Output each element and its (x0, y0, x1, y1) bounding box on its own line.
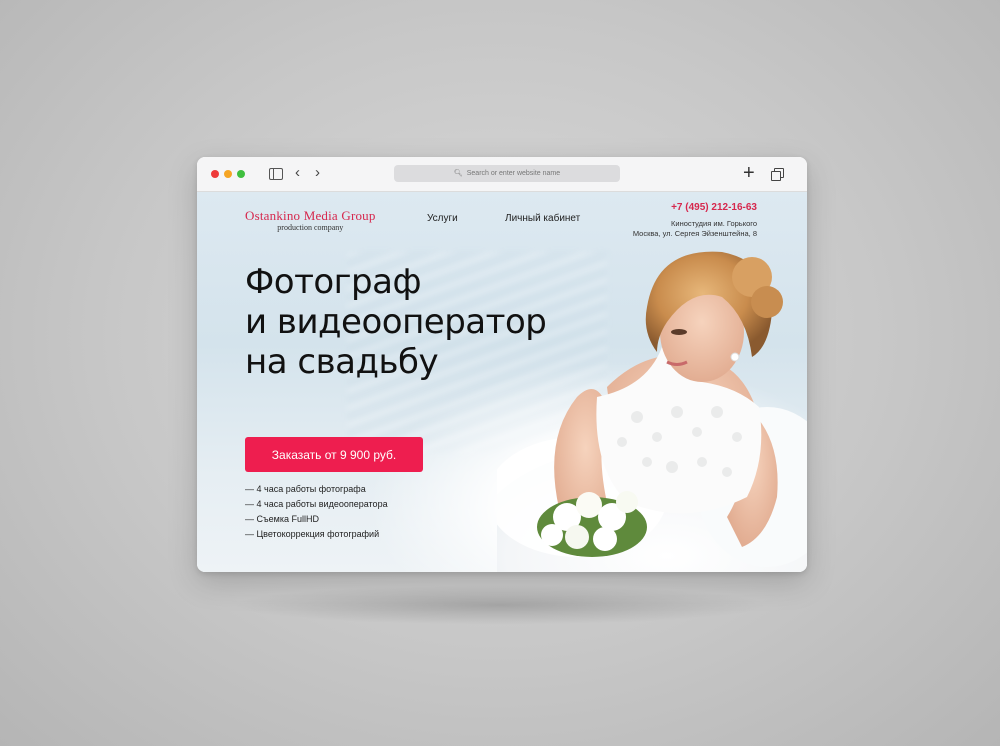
logo-title: Ostankino Media Group (245, 208, 376, 223)
headline-line-2: и видеооператор (245, 302, 547, 342)
list-item: — 4 часа работы фотографа (245, 484, 366, 494)
forward-arrow-icon[interactable]: › (315, 165, 320, 181)
close-window-button[interactable] (211, 170, 219, 178)
maximize-window-button[interactable] (237, 170, 245, 178)
order-button[interactable]: Заказать от 9 900 руб. (245, 437, 423, 472)
headline-line-1: Фотограф (245, 262, 422, 302)
nav-link-cabinet[interactable]: Личный кабинет (505, 213, 580, 224)
logo-subtitle: production company (277, 223, 344, 232)
search-icon: 🔍︎ (453, 170, 463, 177)
web-page: Ostankino Media Group production company… (197, 192, 807, 572)
list-item: — 4 часа работы видеооператора (245, 499, 388, 509)
site-logo[interactable]: Ostankino Media Group production company (245, 208, 376, 232)
back-arrow-icon[interactable]: ‹ (295, 165, 300, 181)
browser-toolbar: ‹ › 🔍︎ Search or enter website name + (197, 157, 807, 192)
floor-shadow (230, 585, 770, 625)
phone-number[interactable]: +7 (495) 212-16-63 (633, 202, 757, 213)
tabs-icon[interactable] (771, 168, 784, 181)
plus-icon[interactable]: + (743, 162, 755, 184)
feature-list: — 4 часа работы фотографа — 4 часа работ… (245, 482, 388, 542)
address-line-1: Киностудия им. Горького (671, 219, 757, 228)
list-item: — Цветокоррекция фотографий (245, 529, 380, 539)
headline-line-3: на свадьбу (245, 342, 439, 382)
address-line-2: Москва, ул. Сергея Эйзенштейна, 8 (632, 229, 757, 238)
browser-window: ‹ › 🔍︎ Search or enter website name + Os… (197, 157, 807, 572)
contact-block: +7 (495) 212-16-63 Киностудия им. Горько… (633, 202, 757, 239)
address-bar[interactable]: 🔍︎ Search or enter website name (394, 165, 620, 182)
list-item: — Съемка FullHD (245, 514, 319, 524)
page-title: Фотограф и видеооператор на свадьбу (245, 262, 547, 382)
minimize-window-button[interactable] (224, 170, 232, 178)
address-placeholder: Search or enter website name (466, 170, 561, 177)
sidebar-icon[interactable] (269, 168, 283, 180)
nav-link-services[interactable]: Услуги (427, 213, 458, 224)
